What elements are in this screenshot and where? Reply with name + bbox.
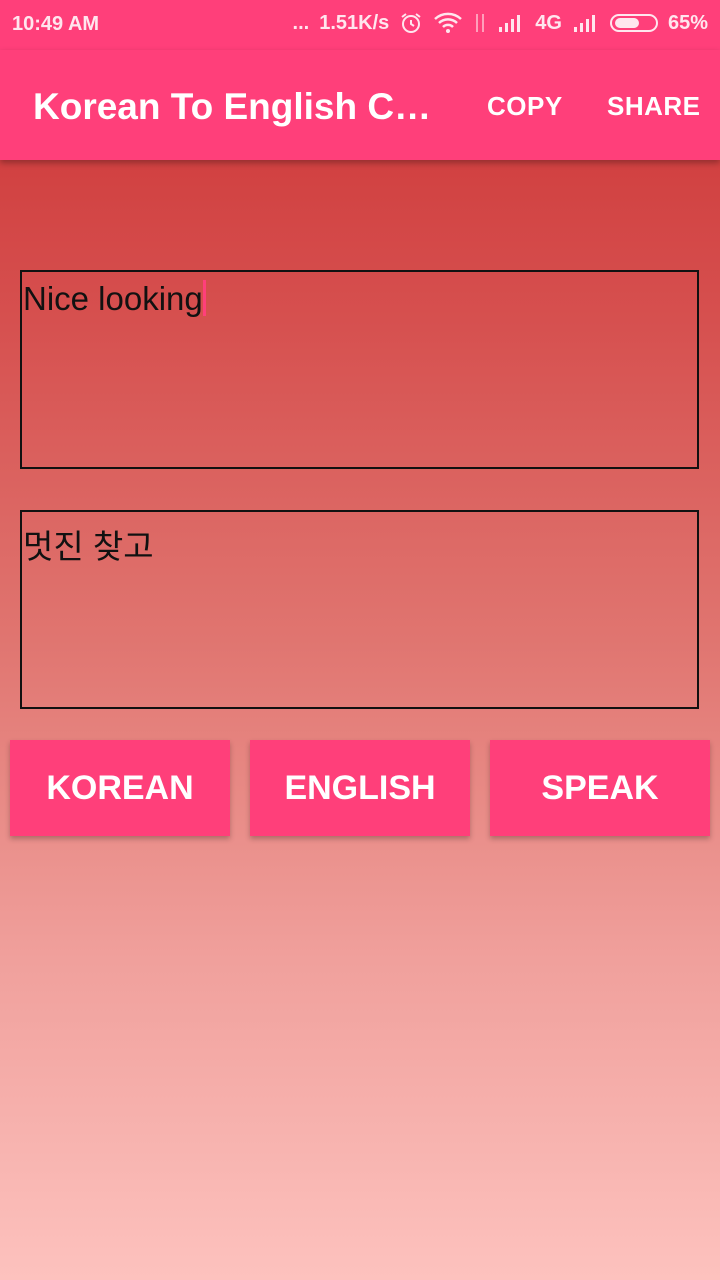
korean-button[interactable]: KOREAN <box>10 740 230 836</box>
wifi-icon <box>433 11 463 35</box>
data-transfer-icon <box>473 12 487 34</box>
battery-fill <box>614 18 640 28</box>
source-text-input[interactable]: Nice looking <box>20 270 699 469</box>
app-title: Korean To English Converter <box>33 86 443 127</box>
status-time: 10:49 AM <box>12 13 100 35</box>
translated-text-output[interactable]: 멋진 찾고 <box>20 510 699 709</box>
translated-text: 멋진 찾고 <box>23 528 154 565</box>
alarm-icon <box>399 11 423 35</box>
battery-percent: 65% <box>667 11 708 34</box>
text-cursor <box>202 280 206 316</box>
copy-button[interactable]: COPY <box>487 91 563 122</box>
network-speed: 1.51K/s <box>319 11 390 34</box>
speak-button[interactable]: SPEAK <box>490 740 710 836</box>
app-bar: Korean To English Converter COPY SHARE <box>0 50 720 160</box>
status-icons: ... 1.51K/s 4G 65% <box>293 11 708 35</box>
signal-icon <box>497 13 525 33</box>
battery-icon <box>609 14 658 32</box>
signal-icon <box>572 13 600 33</box>
source-text: Nice looking <box>23 280 203 317</box>
english-button[interactable]: ENGLISH <box>250 740 470 836</box>
network-type: 4G <box>535 11 562 34</box>
share-button[interactable]: SHARE <box>607 91 701 122</box>
status-bar: 10:49 AM ... 1.51K/s 4G 65% <box>0 0 720 50</box>
more-notifications-icon: ... <box>292 11 310 34</box>
